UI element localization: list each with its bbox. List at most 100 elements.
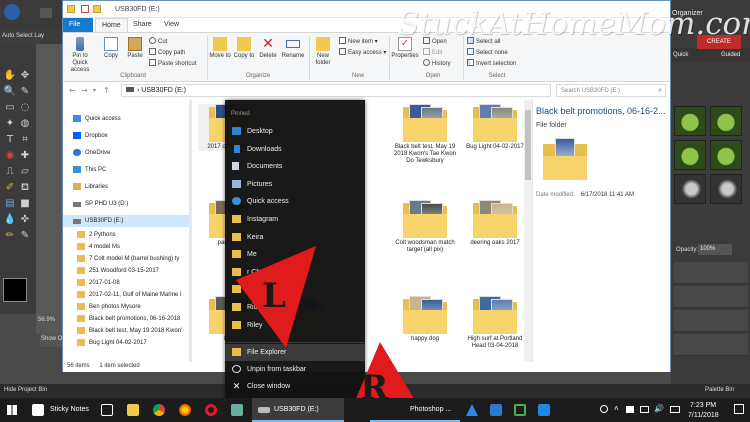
- up-arrow-icon[interactable]: ↑: [103, 86, 110, 95]
- new-item-button[interactable]: New item ▾: [339, 37, 378, 45]
- nav-item[interactable]: Black belt test, May 19 2018 Kwon': [63, 325, 189, 337]
- nav-item[interactable]: Black belt promotions, 06-16-2018: [63, 313, 189, 325]
- delete-button[interactable]: ✕ Delete: [257, 37, 279, 60]
- spot-healing-icon[interactable]: ✚: [18, 150, 32, 162]
- chevron-up-icon[interactable]: ˄: [614, 404, 619, 413]
- tab-share[interactable]: Share: [127, 18, 158, 32]
- paint-bucket-icon[interactable]: ⛾: [18, 182, 32, 194]
- taskbar-remote[interactable]: [534, 398, 554, 422]
- taskbar-task-view[interactable]: [96, 398, 118, 422]
- nav-item[interactable]: 2 Pythons: [63, 229, 189, 241]
- effect-thumbnail[interactable]: [674, 106, 706, 136]
- nav-item[interactable]: 7 Colt model M (barrel bushing) ty: [63, 253, 189, 265]
- properties-icon[interactable]: [81, 5, 89, 13]
- nav-item[interactable]: 2017-02-11, Gulf of Maine Marine I: [63, 289, 189, 301]
- hide-project-bin-button[interactable]: Hide Project Bin: [4, 387, 47, 393]
- effect-thumbnail[interactable]: [710, 174, 742, 204]
- clock-date[interactable]: 7/11/2018: [688, 412, 719, 419]
- paste-button[interactable]: Paste: [125, 37, 145, 60]
- jump-list-pinned-item[interactable]: Quick access: [225, 193, 365, 210]
- taskbar-sticky-notes[interactable]: Sticky Notes: [22, 398, 94, 422]
- nav-item[interactable]: 251 Woodford 03-15-2017: [63, 265, 189, 277]
- dropbox-tray-icon[interactable]: [626, 406, 634, 413]
- invert-selection-button[interactable]: Invert selection: [467, 59, 516, 67]
- red-eye-icon[interactable]: ◉: [3, 150, 17, 162]
- new-folder-button[interactable]: New folder: [311, 37, 335, 67]
- start-button[interactable]: [4, 398, 22, 422]
- easy-access-button[interactable]: Easy access ▾: [339, 48, 386, 56]
- nav-item[interactable]: Dropbox: [63, 130, 189, 142]
- nav-item[interactable]: Quick access: [63, 113, 189, 125]
- back-arrow-icon[interactable]: ←: [69, 86, 76, 95]
- edit-button[interactable]: Edit: [423, 48, 442, 56]
- keyboard-icon[interactable]: [670, 406, 680, 413]
- clone-stamp-icon[interactable]: ⎍: [3, 166, 17, 178]
- folder-item[interactable]: Colt woodsman match target (all pix): [392, 200, 458, 254]
- effect-thumbnail[interactable]: [710, 140, 742, 170]
- shape-tool-icon[interactable]: ■: [18, 198, 32, 210]
- eyedropper-icon[interactable]: ✎: [18, 86, 32, 98]
- folder-item[interactable]: High surf at Portland Head 03-04-2018: [462, 296, 524, 350]
- tab-file[interactable]: File: [63, 18, 93, 32]
- nav-item[interactable]: 2017-01-08: [63, 277, 189, 289]
- opacity-field[interactable]: 100%: [698, 244, 732, 255]
- eraser-icon[interactable]: ▱: [18, 166, 32, 178]
- selection-brush-icon[interactable]: ◍: [18, 118, 32, 130]
- tab-quick[interactable]: Quick: [673, 52, 688, 58]
- file-list-scrollbar[interactable]: [524, 100, 532, 362]
- folder-item[interactable]: deering oaks 2017: [462, 200, 524, 247]
- jump-list-pinned-item[interactable]: Pictures: [225, 176, 365, 193]
- folder-item[interactable]: Black belt test, May 19 2018 Kwon's Tae …: [392, 104, 458, 165]
- effect-thumbnail[interactable]: [674, 140, 706, 170]
- layer-row[interactable]: [674, 334, 748, 356]
- recent-dropdown-icon[interactable]: ▾: [93, 87, 96, 94]
- jump-list-pinned-item[interactable]: Instagram: [225, 211, 365, 228]
- zoom-tool-icon[interactable]: 🔍: [3, 86, 17, 98]
- foreground-color-swatch[interactable]: [3, 278, 27, 302]
- crop-tool-icon[interactable]: ⌗: [18, 134, 32, 146]
- type-tool-icon[interactable]: T: [3, 134, 17, 146]
- nav-item[interactable]: Ben photos Mysore: [63, 301, 189, 313]
- nav-item[interactable]: USB30FD (E:): [63, 215, 189, 227]
- hand-tool-icon[interactable]: ✋: [3, 70, 17, 82]
- pencil-tool-icon[interactable]: ✏: [3, 230, 17, 242]
- nav-item[interactable]: OneDrive: [63, 147, 189, 159]
- nav-item[interactable]: Bug Light 04-02-2017: [63, 337, 189, 349]
- clock-time[interactable]: 7:23 PM: [690, 402, 716, 409]
- palette-bin-button[interactable]: Palette Bin: [705, 387, 734, 393]
- blur-tool-icon[interactable]: 💧: [3, 214, 17, 226]
- effect-thumbnail[interactable]: [710, 106, 742, 136]
- nav-item[interactable]: This PC: [63, 164, 189, 176]
- history-button[interactable]: History: [423, 59, 451, 67]
- lasso-tool-icon[interactable]: ◌: [18, 102, 32, 114]
- effect-thumbnail[interactable]: [674, 174, 706, 204]
- pin-quick-access-button[interactable]: Pin to Quick access: [65, 37, 95, 74]
- show-open-button[interactable]: Show O: [40, 333, 62, 347]
- taskbar-explorer[interactable]: [122, 398, 144, 422]
- notifications-icon[interactable]: [734, 404, 744, 414]
- taskbar-chrome[interactable]: [148, 398, 170, 422]
- address-bar[interactable]: › USB30FD (E:): [121, 84, 551, 97]
- network-icon[interactable]: [640, 406, 649, 413]
- taskbar-vscode[interactable]: [486, 398, 506, 422]
- brush-tool-icon[interactable]: ✐: [3, 182, 17, 194]
- nav-item[interactable]: SP PHD U3 (D:): [63, 198, 189, 210]
- taskbar-photoshop[interactable]: Photoshop ...: [370, 398, 460, 422]
- nav-item[interactable]: Libraries: [63, 181, 189, 193]
- taskbar-azure[interactable]: [462, 398, 482, 422]
- taskbar-app-green[interactable]: [510, 398, 530, 422]
- tab-view[interactable]: View: [158, 18, 185, 32]
- select-none-button[interactable]: Select none: [467, 48, 508, 56]
- jump-list-pinned-item[interactable]: Desktop: [225, 123, 365, 140]
- magic-wand-icon[interactable]: ✦: [3, 118, 17, 130]
- new-folder-icon[interactable]: [93, 5, 101, 13]
- cut-button[interactable]: Cut: [149, 37, 167, 45]
- search-input[interactable]: Search USB30FD (E:) ⌕: [556, 84, 666, 97]
- tab-guided[interactable]: Guided: [721, 52, 740, 58]
- layer-row[interactable]: [674, 262, 748, 284]
- folder-item[interactable]: Bug Light 04-02-2017: [462, 104, 524, 151]
- camera-icon[interactable]: [4, 4, 20, 20]
- auto-select-option[interactable]: Auto Select Lay: [0, 30, 62, 44]
- copy-to-button[interactable]: Copy to: [233, 37, 255, 60]
- layer-row[interactable]: [674, 310, 748, 332]
